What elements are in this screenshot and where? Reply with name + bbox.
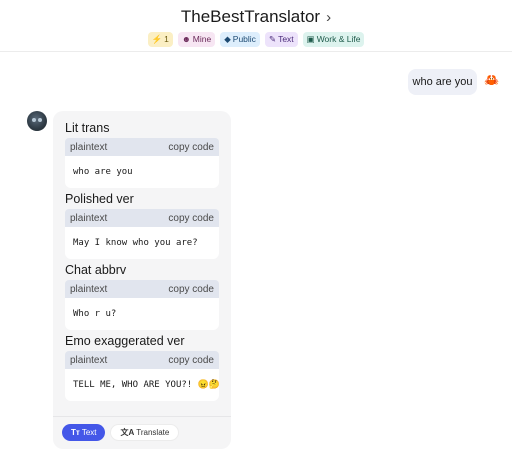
diamond-icon: ◆ <box>224 34 231 44</box>
translate-button[interactable]: 文A Translate <box>110 424 180 441</box>
translation-section-emo: Emo exaggerated ver plaintext copy code … <box>65 334 220 401</box>
chevron-right-icon[interactable]: › <box>326 9 331 26</box>
monitor-icon: ▣ <box>306 34 315 44</box>
divider <box>53 416 231 417</box>
code-block: May I know who you are? <box>65 227 219 259</box>
translate-icon: 文A <box>120 428 135 437</box>
code-block: who are you <box>65 156 219 188</box>
avatar-eye <box>32 118 36 122</box>
copy-code-button[interactable]: copy code <box>168 142 214 153</box>
section-title: Polished ver <box>65 192 134 206</box>
text-format-icon: Tт <box>71 428 80 437</box>
message-actions: Tт Text 文A Translate <box>62 424 180 441</box>
code-header: plaintext copy code <box>65 351 219 369</box>
tag-text[interactable]: ✎ Text <box>264 32 298 47</box>
tag-work-life[interactable]: ▣ Work & Life <box>302 32 365 47</box>
user-avatar-icon: 🦀 <box>484 73 499 87</box>
translation-section-literal: Lit trans plaintext copy code who are yo… <box>65 121 219 188</box>
code-header: plaintext copy code <box>65 280 219 298</box>
copy-code-button[interactable]: copy code <box>168 284 214 295</box>
avatar-eye <box>38 118 42 122</box>
pencil-icon: ✎ <box>268 34 277 44</box>
bot-avatar[interactable] <box>27 111 47 131</box>
chat-header: TheBestTranslator › ⚡ 1 ☻ Mine ◆ Public ✎ Tex… <box>0 0 512 52</box>
code-language: plaintext <box>70 141 108 153</box>
tag-likes[interactable]: ⚡ 1 <box>147 32 173 47</box>
code-block: Who r u? <box>65 298 219 330</box>
code-header: plaintext copy code <box>65 209 219 227</box>
tag-public[interactable]: ◆ Public <box>220 32 260 47</box>
code-language: plaintext <box>70 283 108 295</box>
section-title: Emo exaggerated ver <box>65 334 185 348</box>
bot-title[interactable]: TheBestTranslator › <box>0 7 512 27</box>
bot-tags: ⚡ 1 ☻ Mine ◆ Public ✎ Text ▣ Work & Life <box>0 32 512 47</box>
section-title: Chat abbrv <box>65 263 127 277</box>
bot-message-bubble: Lit trans plaintext copy code who are yo… <box>53 111 231 449</box>
translation-section-chat: Chat abbrv plaintext copy code Who r u? <box>65 263 219 330</box>
tag-mine[interactable]: ☻ Mine <box>177 32 216 47</box>
section-title: Lit trans <box>65 121 110 135</box>
code-header: plaintext copy code <box>65 138 219 156</box>
user-message-bubble: who are you <box>408 69 477 95</box>
copy-code-button[interactable]: copy code <box>168 355 214 366</box>
code-language: plaintext <box>70 354 108 366</box>
translation-section-polished: Polished ver plaintext copy code May I k… <box>65 192 219 259</box>
smiley-icon: ☻ <box>181 34 191 44</box>
code-block: TELL ME, WHO ARE YOU?! 😠🤔 <box>65 369 220 401</box>
bot-name[interactable]: TheBestTranslator <box>181 7 320 26</box>
text-button[interactable]: Tт Text <box>62 424 106 441</box>
lightning-icon: ⚡ <box>151 34 163 44</box>
code-language: plaintext <box>70 212 108 224</box>
copy-code-button[interactable]: copy code <box>168 213 214 224</box>
